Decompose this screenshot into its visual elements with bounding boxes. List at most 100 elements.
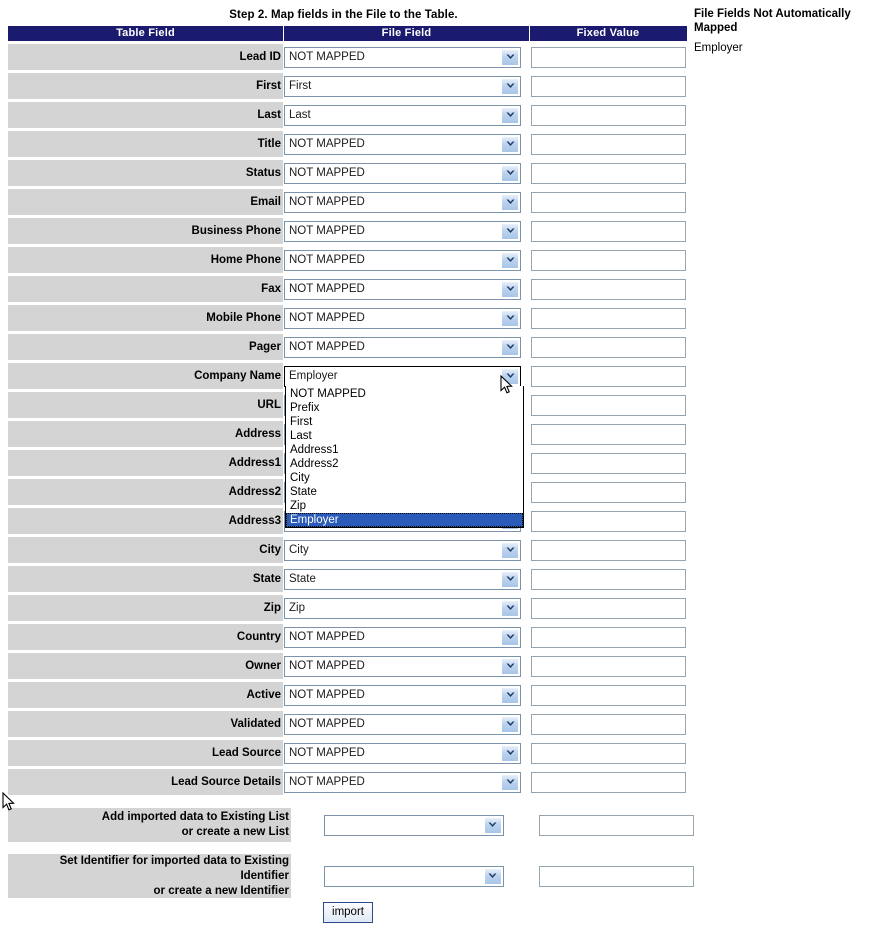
file-field-select[interactable]: NOT MAPPED (284, 684, 521, 706)
dropdown-option[interactable]: City (286, 471, 523, 485)
chevron-down-icon[interactable] (501, 773, 519, 791)
chevron-down-icon[interactable] (501, 338, 519, 356)
chevron-down-icon[interactable] (501, 657, 519, 675)
chevron-down-icon[interactable] (501, 715, 519, 733)
file-field-select[interactable]: NOT MAPPED (284, 162, 521, 184)
fixed-value-input[interactable] (531, 713, 686, 735)
fixed-value-input[interactable] (531, 220, 686, 242)
file-field-select[interactable]: NOT MAPPED (284, 220, 521, 242)
file-field-select[interactable]: Employer (284, 365, 521, 387)
file-field-select[interactable]: NOT MAPPED (284, 655, 521, 677)
file-field-cell: NOT MAPPED (283, 334, 529, 360)
fixed-value-input[interactable] (531, 742, 686, 764)
file-field-select-value: NOT MAPPED (289, 660, 365, 672)
fixed-value-input[interactable] (531, 75, 686, 97)
file-field-select[interactable]: NOT MAPPED (284, 307, 521, 329)
chevron-down-icon[interactable] (501, 570, 519, 588)
dropdown-option[interactable]: Employer (286, 513, 523, 527)
chevron-down-icon[interactable] (483, 816, 502, 834)
existing-list-select[interactable] (323, 814, 504, 836)
import-button[interactable]: import (323, 902, 373, 923)
chevron-down-icon[interactable] (501, 193, 519, 211)
fixed-value-input[interactable] (531, 307, 686, 329)
chevron-down-icon[interactable] (501, 106, 519, 124)
table-field-label: Address2 (8, 479, 283, 505)
chevron-down-icon[interactable] (501, 164, 519, 182)
file-field-select[interactable]: NOT MAPPED (284, 133, 521, 155)
chevron-down-icon[interactable] (501, 48, 519, 66)
file-field-select[interactable]: Zip (284, 597, 521, 619)
file-field-select[interactable]: Last (284, 104, 521, 126)
fixed-value-input[interactable] (531, 336, 686, 358)
file-field-cell: NOT MAPPED (283, 305, 529, 331)
fixed-value-cell (529, 44, 686, 70)
table-row: Title NOT MAPPED (8, 131, 687, 157)
file-field-select[interactable]: NOT MAPPED (284, 713, 521, 735)
chevron-down-icon[interactable] (501, 599, 519, 617)
chevron-down-icon[interactable] (483, 867, 502, 885)
file-field-select-value: NOT MAPPED (289, 718, 365, 730)
fixed-value-input[interactable] (531, 104, 686, 126)
file-field-select[interactable]: NOT MAPPED (284, 742, 521, 764)
fixed-value-input[interactable] (531, 684, 686, 706)
dropdown-option[interactable]: Prefix (286, 401, 523, 415)
fixed-value-input[interactable] (531, 278, 686, 300)
file-field-cell: NOT MAPPED (283, 769, 529, 795)
file-field-select[interactable]: NOT MAPPED (284, 626, 521, 648)
fixed-value-input[interactable] (531, 771, 686, 793)
fixed-value-input[interactable] (531, 510, 686, 532)
file-field-select[interactable]: NOT MAPPED (284, 249, 521, 271)
chevron-down-icon[interactable] (501, 367, 519, 385)
dropdown-option[interactable]: Address2 (286, 457, 523, 471)
file-field-select-value: NOT MAPPED (289, 138, 365, 150)
file-field-select[interactable]: NOT MAPPED (284, 278, 521, 300)
file-field-select[interactable]: NOT MAPPED (284, 191, 521, 213)
dropdown-option[interactable]: Last (286, 429, 523, 443)
file-field-dropdown-open[interactable]: NOT MAPPED Prefix First Last Address1 Address… (285, 386, 524, 528)
chevron-down-icon[interactable] (501, 280, 519, 298)
fixed-value-input[interactable] (531, 655, 686, 677)
table-row: First First (8, 73, 687, 99)
chevron-down-icon[interactable] (501, 686, 519, 704)
table-row: Pager NOT MAPPED (8, 334, 687, 360)
identifier-text-input[interactable] (538, 865, 694, 887)
chevron-down-icon[interactable] (501, 541, 519, 559)
chevron-down-icon[interactable] (501, 251, 519, 269)
fixed-value-input[interactable] (531, 626, 686, 648)
fixed-value-input[interactable] (531, 133, 686, 155)
dropdown-option[interactable]: NOT MAPPED (286, 387, 523, 401)
file-field-select[interactable]: First (284, 75, 521, 97)
fixed-value-input[interactable] (531, 481, 686, 503)
table-row: Status NOT MAPPED (8, 160, 687, 186)
chevron-down-icon[interactable] (501, 77, 519, 95)
chevron-down-icon[interactable] (501, 222, 519, 240)
file-field-cell: NOT MAPPED (283, 682, 529, 708)
fixed-value-input[interactable] (531, 423, 686, 445)
dropdown-option[interactable]: Zip (286, 499, 523, 513)
dropdown-option[interactable]: State (286, 485, 523, 499)
fixed-value-input[interactable] (531, 597, 686, 619)
fixed-value-input[interactable] (531, 394, 686, 416)
fixed-value-input[interactable] (531, 568, 686, 590)
file-field-select[interactable]: NOT MAPPED (284, 46, 521, 68)
chevron-down-icon[interactable] (501, 309, 519, 327)
existing-list-text-input[interactable] (538, 814, 694, 836)
fixed-value-input[interactable] (531, 539, 686, 561)
file-field-select[interactable]: NOT MAPPED (284, 771, 521, 793)
dropdown-option[interactable]: Address1 (286, 443, 523, 457)
identifier-select[interactable] (323, 865, 504, 887)
file-field-select[interactable]: City (284, 539, 521, 561)
chevron-down-icon[interactable] (501, 135, 519, 153)
dropdown-option[interactable]: First (286, 415, 523, 429)
fixed-value-input[interactable] (531, 452, 686, 474)
chevron-down-icon[interactable] (501, 628, 519, 646)
file-field-select[interactable]: NOT MAPPED (284, 336, 521, 358)
file-field-select[interactable]: State (284, 568, 521, 590)
fixed-value-input[interactable] (531, 162, 686, 184)
fixed-value-input[interactable] (531, 191, 686, 213)
chevron-down-icon[interactable] (501, 744, 519, 762)
fixed-value-input[interactable] (531, 46, 686, 68)
fixed-value-input[interactable] (531, 365, 686, 387)
fixed-value-input[interactable] (531, 249, 686, 271)
column-header-file-field: File Field (283, 26, 529, 41)
